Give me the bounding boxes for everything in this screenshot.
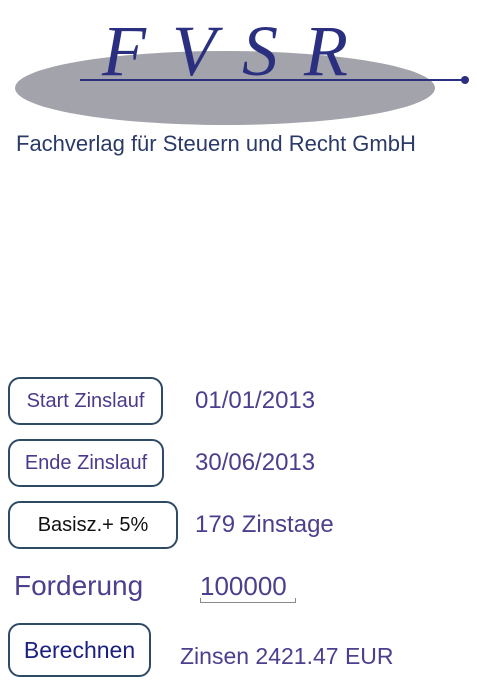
forderung-label: Forderung (14, 570, 144, 601)
ende-zinslauf-button[interactable]: Ende Zinslauf (8, 439, 164, 487)
berechnen-button[interactable]: Berechnen (8, 623, 151, 677)
start-date-value: 01/01/2013 (195, 387, 316, 414)
basiszins-button[interactable]: Basisz.+ 5% (8, 501, 178, 549)
fvsr-logo: FVSR (15, 11, 469, 125)
company-name: Fachverlag für Steuern und Recht GmbH (16, 131, 416, 156)
interest-days-value: 179 Zinstage (195, 511, 334, 538)
end-date-value: 30/06/2013 (195, 449, 316, 476)
logo-text: FVSR (101, 11, 374, 91)
logo-dot (461, 76, 469, 84)
result-value: Zinsen 2421.47 EUR (180, 643, 394, 669)
forderung-input-underline (200, 598, 296, 603)
start-zinslauf-button[interactable]: Start Zinslauf (8, 377, 163, 425)
